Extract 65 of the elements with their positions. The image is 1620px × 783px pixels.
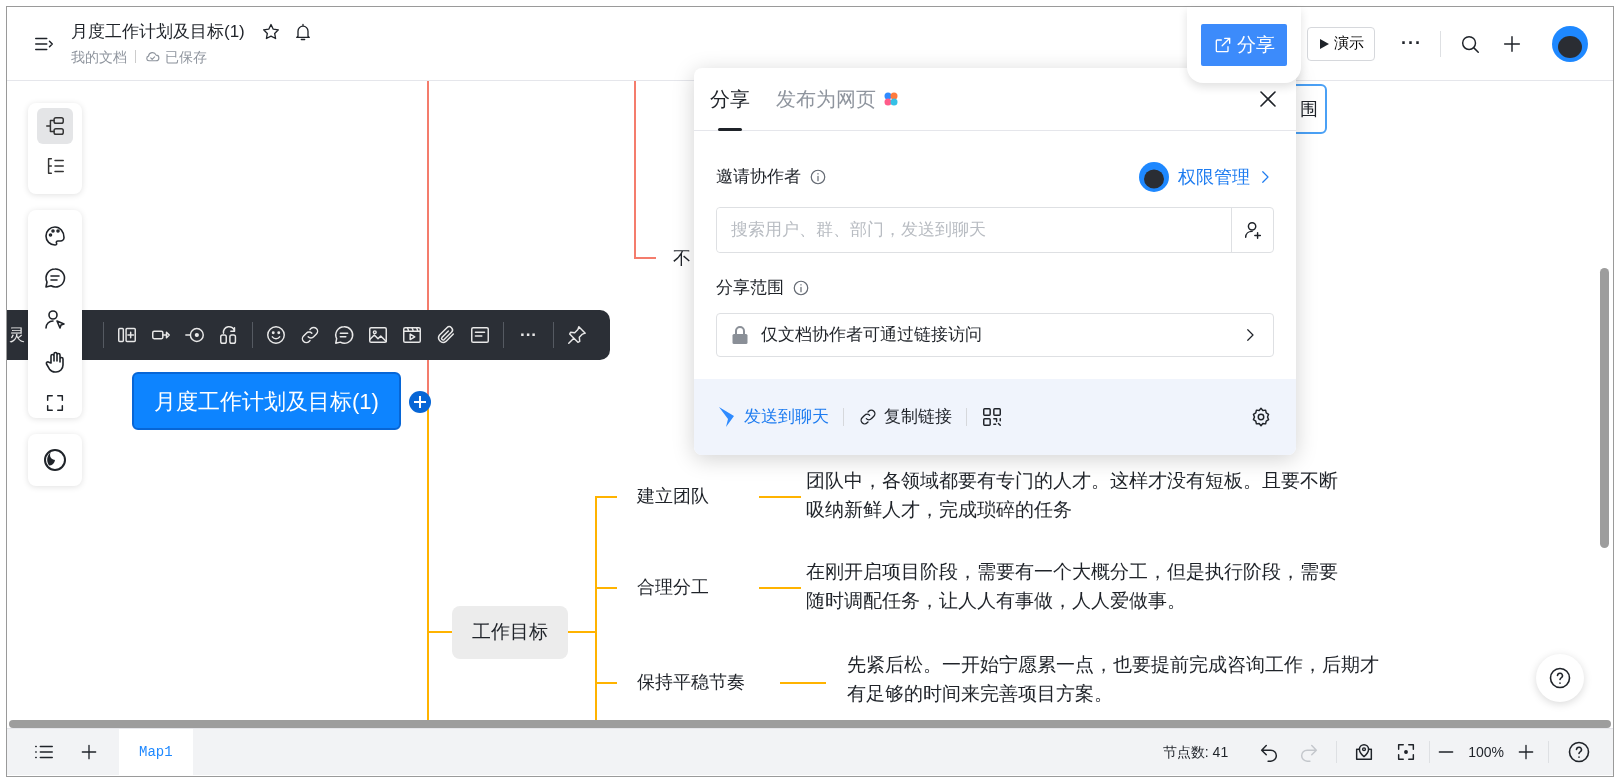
avatar — [1138, 161, 1170, 193]
send-label: 发送到聊天 — [744, 406, 829, 429]
sheet-tab[interactable]: Map1 — [119, 729, 193, 775]
branch-node[interactable]: 工作目标 — [452, 606, 568, 659]
lock-icon — [731, 324, 749, 345]
child-node[interactable]: 建立团队 — [637, 484, 709, 508]
node-note[interactable]: 在刚开启项目阶段，需要有一个大概分工，但是执行阶段，需要随时调配任务，让人人有事做，人人爱做事。 — [806, 557, 1346, 615]
help-button[interactable] — [1536, 654, 1584, 702]
flower-icon — [882, 90, 900, 108]
comment-icon[interactable] — [43, 266, 67, 290]
user-pointer-icon[interactable] — [43, 308, 67, 332]
permission-link[interactable]: 权限管理 — [1178, 163, 1250, 191]
send-to-chat-link[interactable]: 发送到聊天 — [718, 404, 829, 430]
help-icon[interactable] — [1567, 740, 1591, 764]
zoom-level: 100% — [1468, 742, 1504, 762]
emoji-icon[interactable] — [265, 324, 287, 346]
add-node-icon[interactable] — [408, 390, 432, 414]
help-icon — [1548, 666, 1572, 690]
node-count: 节点数: 41 — [1162, 742, 1229, 762]
link-icon — [858, 407, 878, 427]
copy-label: 复制链接 — [884, 406, 952, 429]
present-button[interactable]: 演示 — [1307, 26, 1375, 61]
note-icon[interactable] — [469, 324, 491, 346]
more-button[interactable]: ··· — [520, 322, 537, 348]
dialog-tab[interactable]: 分享 — [710, 68, 750, 131]
fullscreen-icon[interactable] — [44, 392, 66, 414]
video-icon[interactable] — [401, 324, 423, 346]
more-button[interactable]: ··· — [1401, 30, 1422, 57]
copy-link[interactable]: 复制链接 — [858, 404, 952, 430]
vertical-scrollbar[interactable] — [1600, 268, 1609, 548]
node-note[interactable]: 先紧后松。一开始宁愿累一点，也要提前完成咨询工作，后期才有足够的时间来完善项目方案。 — [847, 650, 1387, 708]
horizontal-scrollbar[interactable] — [9, 720, 1611, 728]
external-link-icon — [1213, 35, 1233, 55]
invite-label: 邀请协作者 — [716, 166, 801, 189]
node-note[interactable]: 团队中，各领域都要有专门的人才。这样才没有短板。且要不断吸纳新鲜人才，完成琐碎的任务 — [806, 466, 1346, 524]
mindmap-view-icon — [44, 115, 66, 137]
avatar[interactable] — [1551, 24, 1589, 63]
comment-icon[interactable] — [333, 324, 355, 346]
qr-code-icon[interactable] — [981, 406, 1003, 428]
toolbar-label[interactable]: 灵 — [9, 323, 25, 347]
star-icon[interactable] — [260, 21, 281, 42]
image-icon[interactable] — [367, 324, 389, 346]
scope-label: 分享范围 — [716, 277, 784, 299]
pin-icon[interactable] — [566, 324, 588, 346]
zoom-in-icon[interactable] — [1516, 742, 1536, 762]
view-toggle[interactable] — [37, 108, 73, 144]
settings-icon[interactable] — [1250, 406, 1272, 428]
link-icon[interactable] — [299, 324, 321, 346]
child-node[interactable]: 保持平稳节奏 — [637, 670, 745, 694]
palette-icon[interactable] — [43, 224, 67, 248]
attachment-icon[interactable] — [435, 324, 457, 346]
bird-icon — [718, 406, 736, 428]
child-node[interactable]: 合理分工 — [637, 575, 709, 599]
save-status: 已保存 — [165, 47, 207, 67]
play-icon — [1318, 37, 1330, 50]
add-sheet-icon[interactable] — [79, 742, 99, 762]
info-icon[interactable] — [792, 278, 810, 297]
hand-icon[interactable] — [43, 350, 67, 374]
scope-selector[interactable]: 仅文档协作者可通过链接访问 — [716, 312, 1274, 357]
info-icon[interactable] — [809, 168, 827, 186]
document-title: 月度工作计划及目标(1) — [71, 20, 245, 43]
theme-icon[interactable] — [43, 448, 67, 472]
search-field[interactable]: 搜索用户、群、部门，发送到聊天 — [716, 207, 1274, 253]
root-node[interactable]: 月度工作计划及目标(1) — [132, 372, 401, 430]
node-label[interactable]: 不 — [673, 246, 691, 270]
